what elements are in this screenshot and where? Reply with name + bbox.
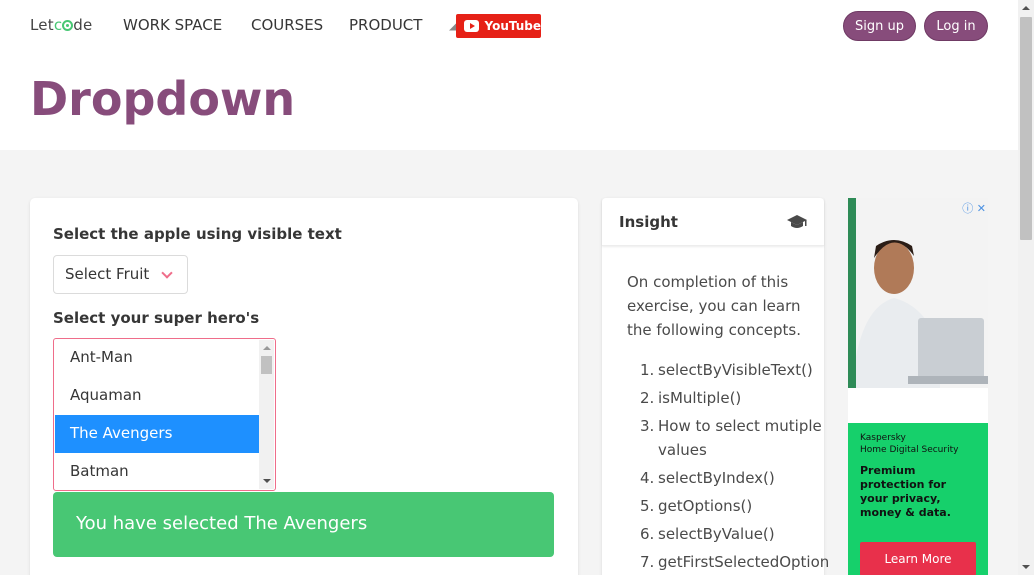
- logo-o-icon: [62, 20, 74, 31]
- youtube-play-icon: [464, 20, 480, 32]
- list-item: 3. How to select mutiple values: [640, 417, 822, 459]
- nav-workspace[interactable]: WORK SPACE: [123, 16, 222, 34]
- insight-card: Insight On completion of this exercise, …: [602, 198, 829, 575]
- fruit-select[interactable]: Select Fruit: [53, 255, 188, 294]
- superhero-label: Select your super hero's: [53, 309, 260, 327]
- ad-brand: Kaspersky Home Digital Security: [860, 433, 959, 455]
- superhero-option[interactable]: Batman: [55, 453, 259, 490]
- top-navbar: Letc de WORK SPACE COURSES PRODUCT ◢ YouT…: [0, 0, 1018, 52]
- ad-person-laptop-image: [848, 198, 988, 423]
- list-item: 1. selectByVisibleText(): [640, 361, 813, 379]
- list-item: 6. selectByValue(): [640, 525, 775, 543]
- advertisement[interactable]: ⓘ ✕ Kaspersky Home Digital Security Prem…: [848, 198, 988, 575]
- ad-learn-more-button[interactable]: Learn More: [860, 542, 976, 575]
- login-button[interactable]: Log in: [924, 11, 988, 41]
- selection-notice: You have selected The Avengers: [53, 492, 554, 557]
- logo-text-left: Let: [30, 16, 54, 34]
- list-item: 7. getFirstSelectedOption: [640, 553, 830, 571]
- list-item: 4. selectByIndex(): [640, 469, 775, 487]
- letcode-logo[interactable]: Letc de: [30, 16, 92, 34]
- youtube-label: YouTube: [484, 19, 541, 33]
- fruit-select-value: Select Fruit: [65, 265, 150, 283]
- scroll-down-arrow-icon[interactable]: [1022, 565, 1030, 569]
- insight-title: Insight: [619, 213, 678, 231]
- ad-headline: Premium protection for your privacy, mon…: [860, 464, 951, 519]
- list-item: 5. getOptions(): [640, 497, 753, 515]
- superhero-option[interactable]: Ant-Man: [55, 339, 259, 377]
- scroll-up-arrow-icon[interactable]: [263, 346, 271, 350]
- list-item: 2. isMultiple(): [640, 389, 742, 407]
- page-hero: Dropdown: [0, 52, 1018, 150]
- logo-text-right: de: [73, 16, 93, 34]
- scroll-thumb[interactable]: [261, 356, 272, 374]
- youtube-button[interactable]: YouTube: [456, 14, 541, 38]
- page-scrollbar[interactable]: [1018, 0, 1034, 575]
- nav-product[interactable]: PRODUCT: [349, 16, 422, 34]
- insight-header: Insight: [602, 198, 824, 246]
- scroll-up-arrow-icon[interactable]: [1022, 6, 1030, 10]
- page-title: Dropdown: [30, 72, 296, 126]
- fruit-label: Select the apple using visible text: [53, 225, 342, 243]
- superhero-option[interactable]: Aquaman: [55, 377, 259, 415]
- scroll-down-arrow-icon[interactable]: [263, 479, 271, 483]
- dropdown-card: Select the apple using visible text Sele…: [30, 198, 578, 575]
- chevron-down-icon: [161, 267, 173, 279]
- nav-courses[interactable]: COURSES: [251, 16, 323, 34]
- superhero-option-selected[interactable]: The Avengers: [55, 415, 259, 453]
- ad-info-close-icon[interactable]: ⓘ ✕: [962, 200, 986, 216]
- signup-button[interactable]: Sign up: [843, 11, 916, 41]
- superhero-multiselect[interactable]: Ant-Man Aquaman The Avengers Batman: [53, 338, 276, 491]
- multiselect-scrollbar[interactable]: [259, 340, 274, 489]
- page-scroll-thumb[interactable]: [1020, 17, 1032, 240]
- insight-intro: On completion of this exercise, you can …: [627, 273, 801, 339]
- graduation-cap-icon: [787, 215, 807, 228]
